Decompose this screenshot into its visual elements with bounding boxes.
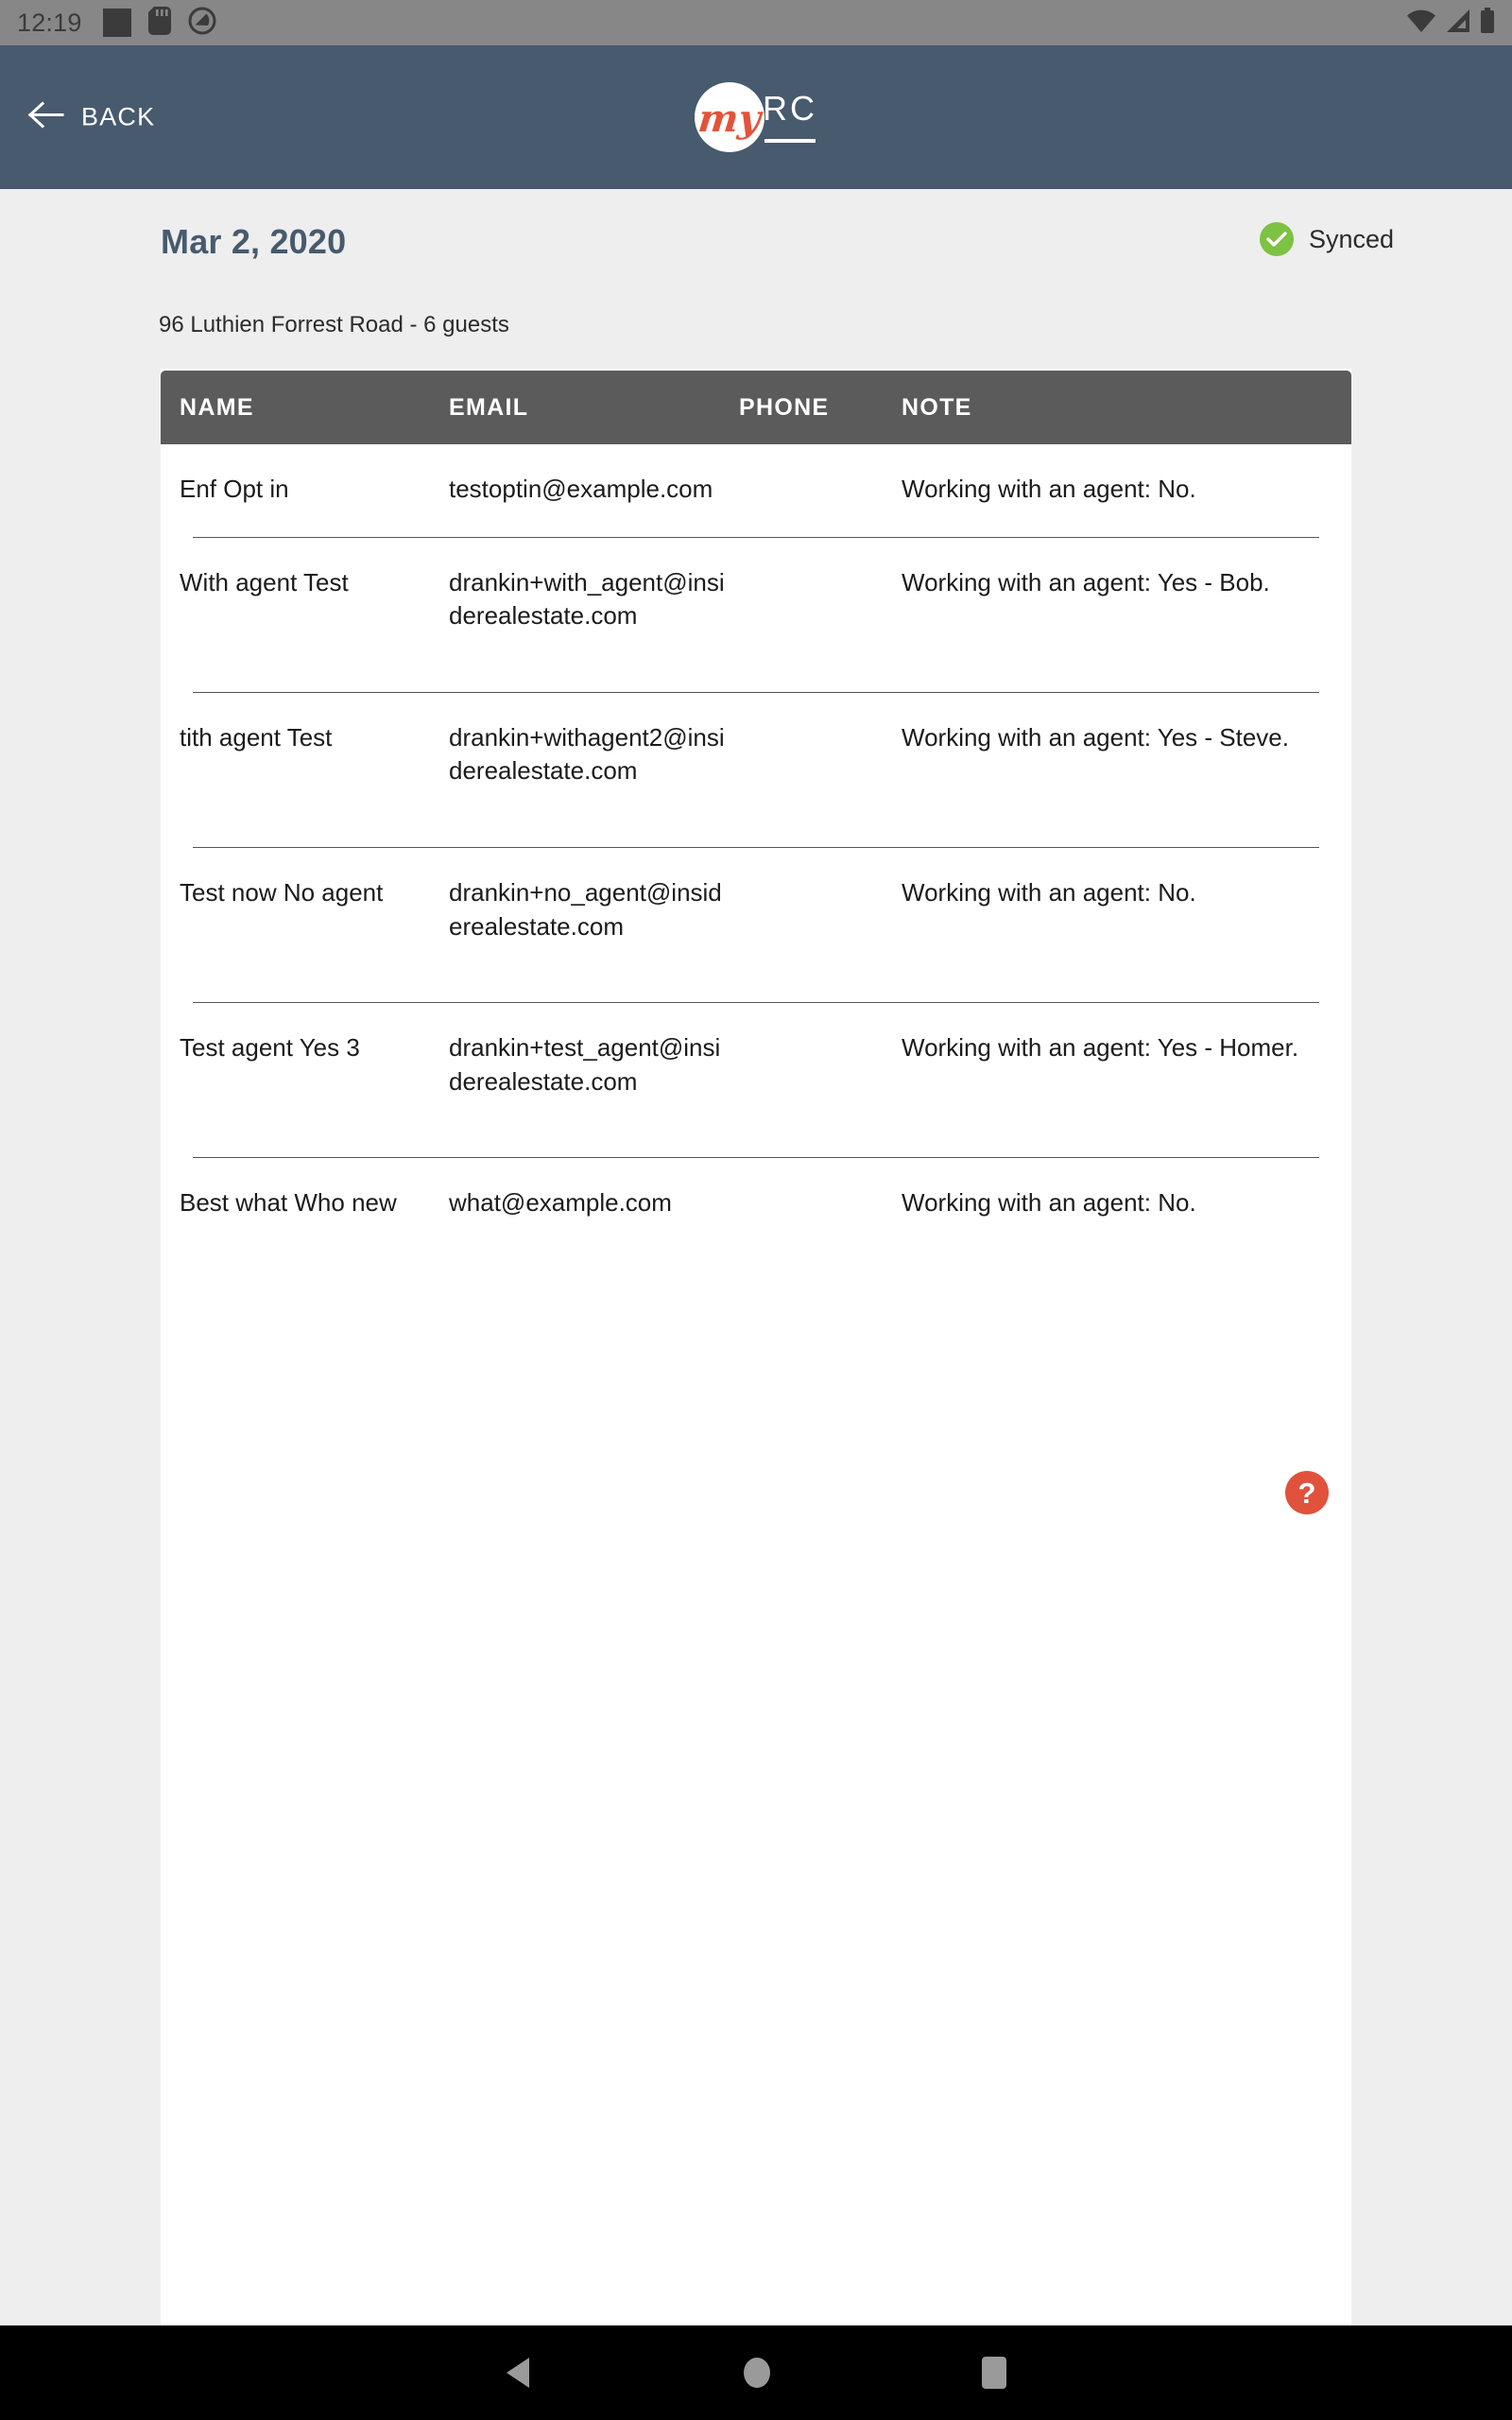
address-subtitle: 96 Luthien Forrest Road - 6 guests [159, 312, 509, 337]
cell-note: Working with an agent: No. [902, 1188, 1196, 1218]
app-root: 12:19 BACK my RC Mar 2, 2020 Synced 96 L… [0, 0, 1512, 2420]
cell-email: what@example.com [449, 1188, 672, 1218]
cell-name: Test now No agent [180, 878, 384, 908]
android-nav-bar [0, 2325, 1512, 2420]
table-row[interactable]: tith agent Test drankin+withagent2@inside… [161, 693, 1351, 788]
cell-phone [739, 876, 902, 943]
android-status-bar: 12:19 [0, 0, 1512, 45]
arrow-left-icon [27, 101, 64, 134]
cell-email: drankin+no_agent@insiderealestate.com [449, 878, 722, 941]
nav-back-triangle-icon[interactable] [503, 2356, 535, 2390]
cell-name: Best what Who new [180, 1188, 397, 1218]
cell-name: Enf Opt in [180, 475, 289, 503]
cell-name: tith agent Test [180, 722, 333, 752]
status-badge: Synced [1259, 222, 1394, 256]
table-body: Enf Opt in testoptin@example.com Working w… [161, 444, 1351, 1221]
cell-email: drankin+withagent2@insiderealestate.com [449, 722, 725, 786]
cell-name: Test agent Yes 3 [180, 1033, 360, 1063]
cell-phone [739, 566, 902, 633]
do-not-disturb-icon [188, 7, 216, 40]
logo-mark-text: RC [763, 89, 817, 128]
battery-icon [1480, 7, 1495, 39]
row-spacer [161, 943, 1351, 1002]
cell-note: Working with an agent: Yes - Homer. [902, 1033, 1299, 1063]
status-right-icons [1406, 7, 1495, 39]
status-clock: 12:19 [17, 9, 82, 37]
table-row[interactable]: Test now No agent drankin+no_agent@inside… [161, 848, 1351, 943]
check-circle-icon [1259, 222, 1294, 256]
table-header-row: NAME EMAIL PHONE NOTE [161, 371, 1351, 444]
cell-phone [739, 1031, 902, 1098]
wifi-icon [1406, 9, 1436, 38]
cell-phone [739, 473, 902, 507]
cell-email: testoptin@example.com [449, 475, 713, 503]
cell-note: Working with an agent: No. [902, 475, 1196, 503]
logo-circle: my [695, 82, 765, 152]
help-button[interactable]: ? [1285, 1471, 1329, 1514]
cell-email: drankin+test_agent@insiderealestate.com [449, 1033, 721, 1096]
app-header-bar: BACK my RC [0, 45, 1512, 189]
row-spacer [161, 507, 1351, 537]
cell-email: drankin+with_agent@insiderealestate.com [449, 567, 725, 631]
table-row[interactable]: Enf Opt in testoptin@example.com Working w… [161, 444, 1351, 507]
cell-note: Working with an agent: Yes - Bob. [902, 567, 1270, 596]
myrc-logo: my RC [695, 82, 817, 152]
cell-phone [739, 721, 902, 788]
cell-phone [739, 1186, 902, 1220]
column-header-phone: PHONE [739, 393, 830, 421]
column-header-note: NOTE [902, 393, 972, 421]
row-spacer [161, 788, 1351, 847]
logo-underline [765, 139, 816, 143]
table-row[interactable]: Test agent Yes 3 drankin+test_agent@insid… [161, 1003, 1351, 1098]
column-header-name: NAME [180, 393, 254, 421]
cell-note: Working with an agent: Yes - Steve. [902, 722, 1289, 752]
sync-status-label: Synced [1308, 224, 1394, 253]
column-header-email: EMAIL [449, 393, 529, 421]
page-title: Mar 2, 2020 [161, 222, 347, 261]
logo-rc-wrap: RC [763, 92, 817, 143]
row-spacer [161, 633, 1351, 692]
status-left-icons [102, 6, 216, 40]
back-button-label: BACK [81, 102, 156, 131]
table-row[interactable]: Best what Who new what@example.com Working… [161, 1158, 1351, 1220]
cell-name: With agent Test [180, 567, 349, 596]
back-button[interactable]: BACK [27, 101, 156, 134]
nav-recents-square-icon[interactable] [979, 2355, 1009, 2391]
sd-card-icon [147, 6, 171, 40]
guest-table: NAME EMAIL PHONE NOTE Enf Opt in testopti… [161, 371, 1351, 1221]
square-icon [102, 9, 131, 37]
row-spacer [161, 1098, 1351, 1157]
nav-home-circle-icon[interactable] [741, 2355, 773, 2391]
cell-note: Working with an agent: No. [902, 878, 1196, 908]
cell-signal-icon [1445, 9, 1471, 38]
table-row[interactable]: With agent Test drankin+with_agent@inside… [161, 538, 1351, 633]
logo-script-text: my [696, 96, 764, 141]
